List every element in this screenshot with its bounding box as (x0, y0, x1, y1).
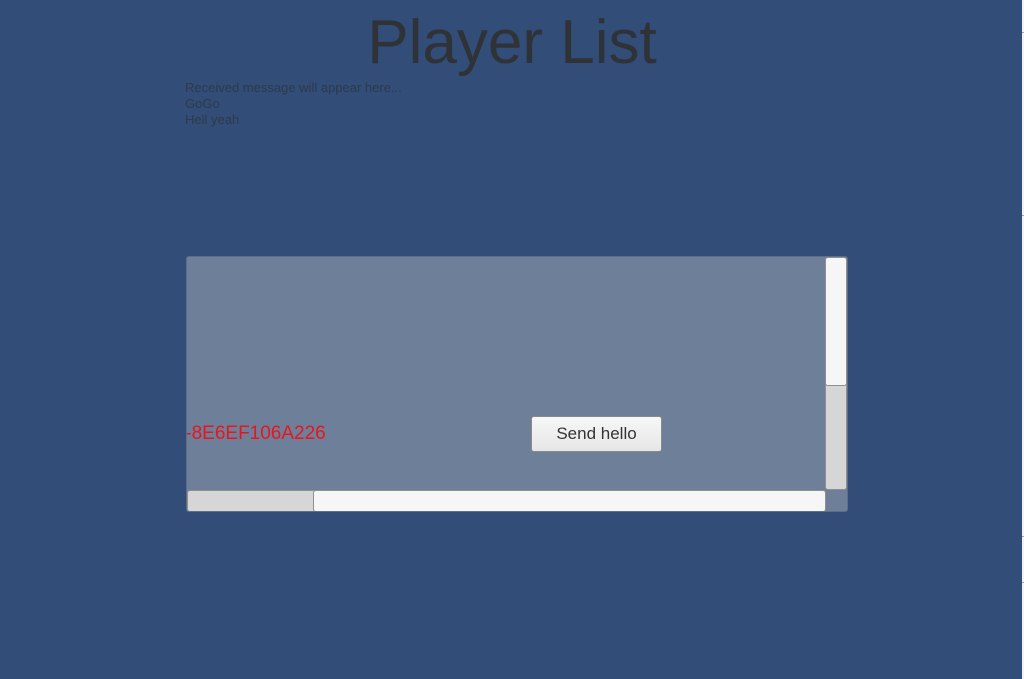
player-list-content: 061-5E66-A7C8-8E6EF106A226 Send hello (187, 257, 825, 490)
page-title: Player List (367, 8, 657, 77)
message-line: Hell yeah (185, 112, 240, 127)
vertical-scrollbar[interactable] (825, 257, 847, 490)
send-hello-button[interactable]: Send hello (531, 416, 662, 452)
message-line: GoGo (185, 96, 220, 111)
message-line: Received message will appear here... (185, 80, 402, 95)
vertical-scrollbar-thumb[interactable] (825, 257, 847, 386)
horizontal-scrollbar[interactable] (187, 490, 826, 511)
player-id-label: 061-5E66-A7C8-8E6EF106A226 (187, 423, 326, 444)
message-log: Received message will appear here... GoG… (185, 80, 402, 128)
player-list-scroll-view[interactable]: 061-5E66-A7C8-8E6EF106A226 Send hello (186, 256, 848, 512)
horizontal-scrollbar-thumb[interactable] (313, 490, 826, 511)
